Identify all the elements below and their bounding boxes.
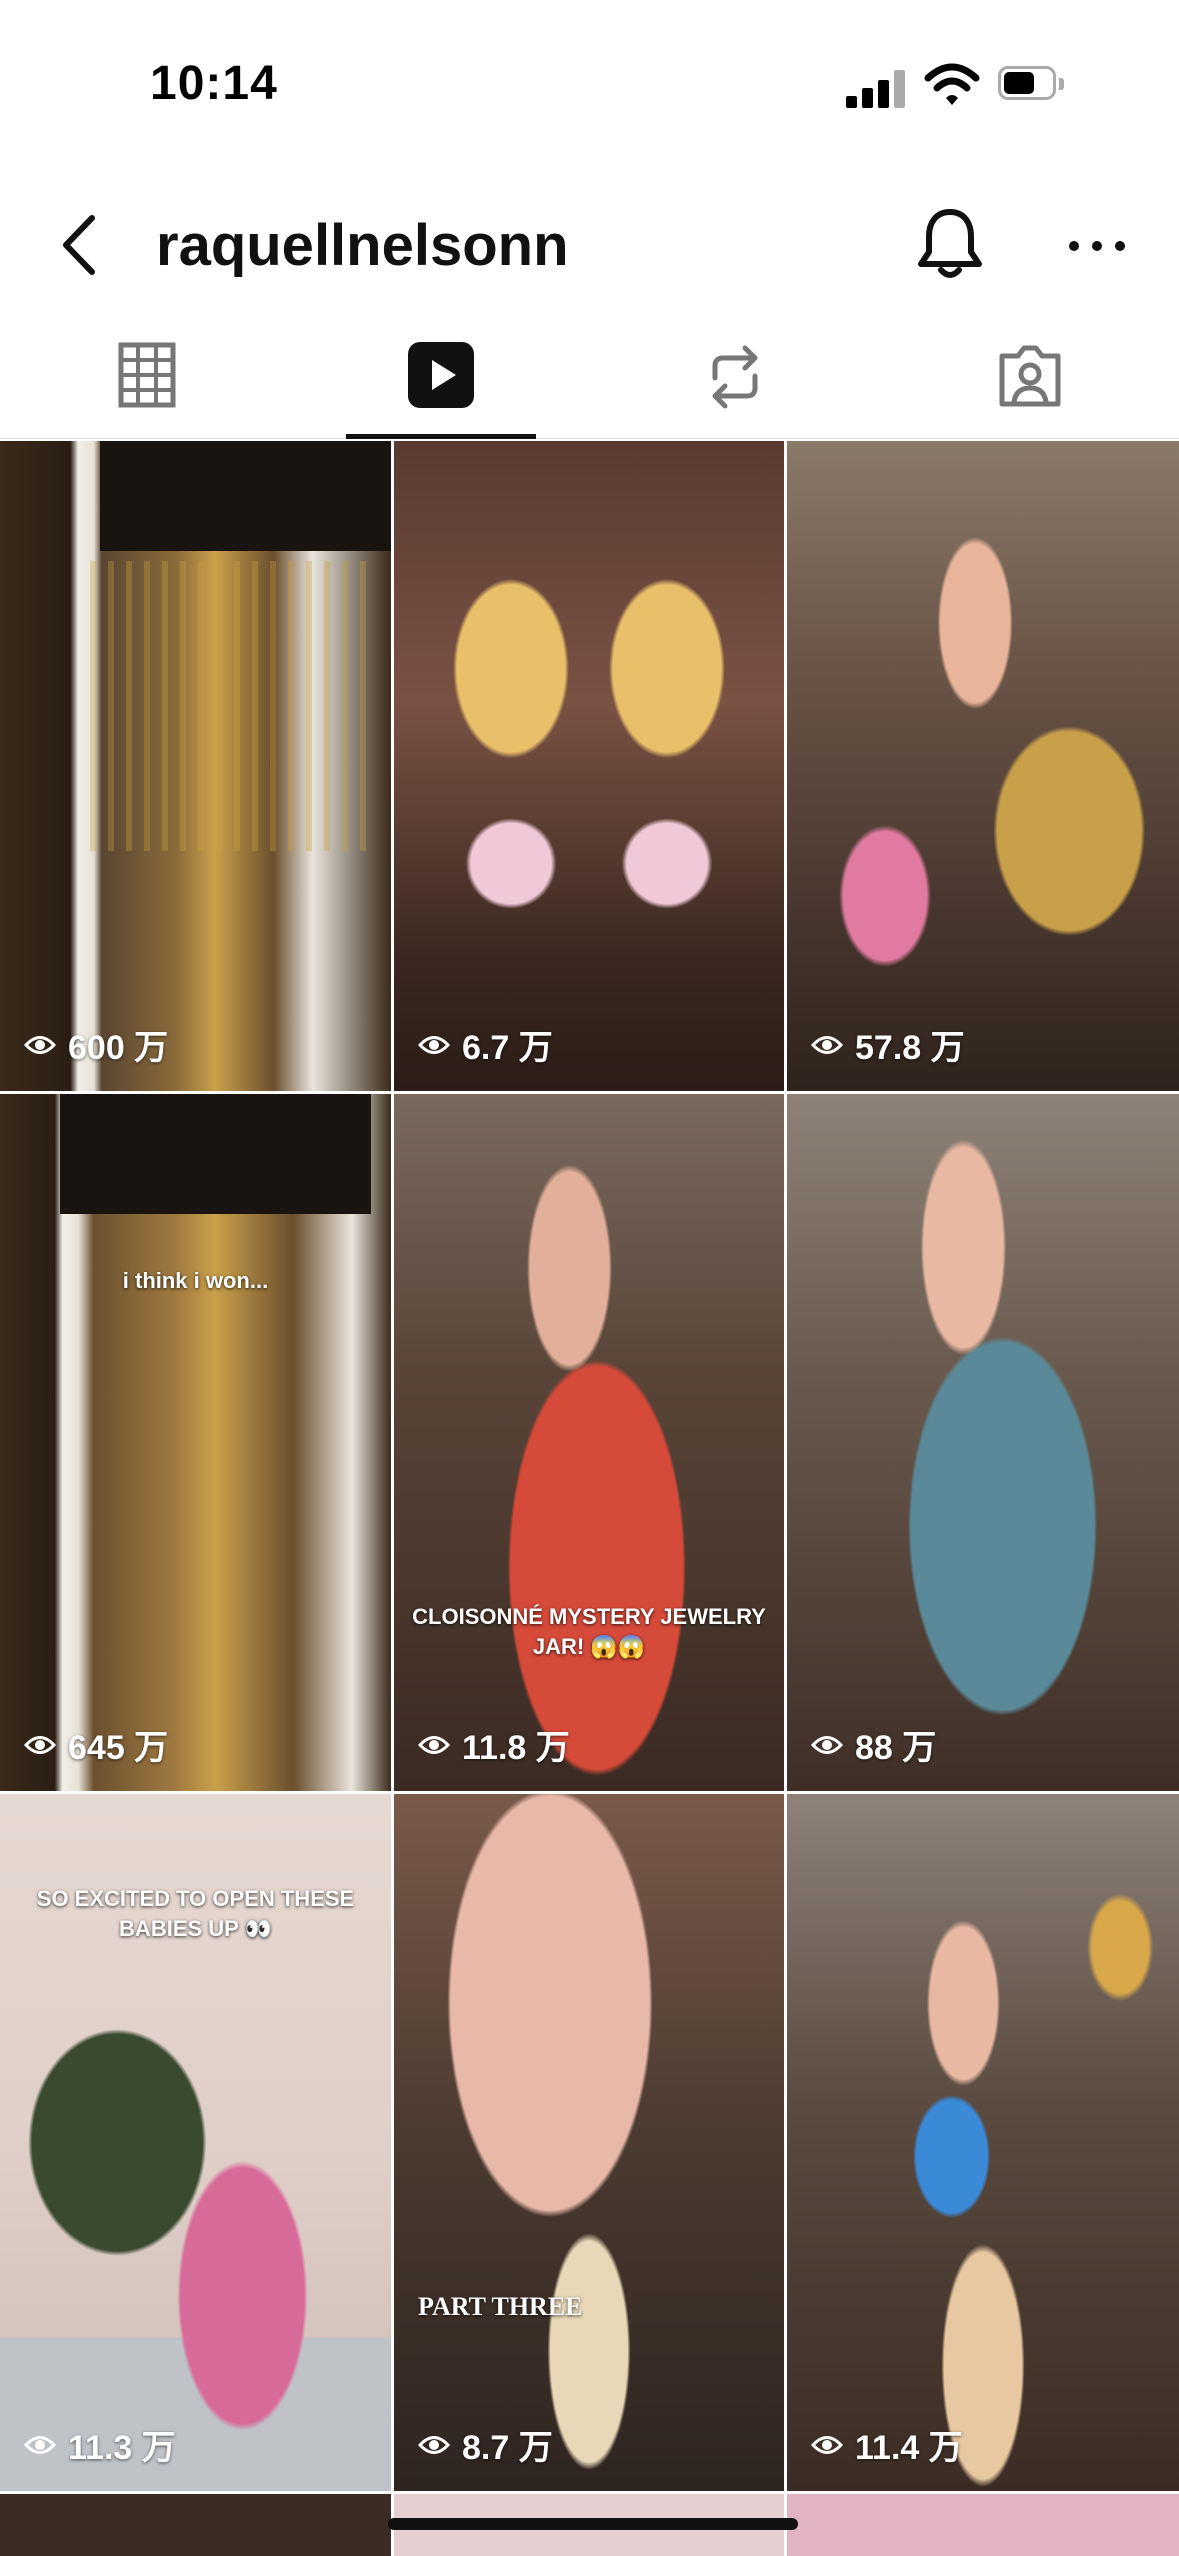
video-thumbnail[interactable]: 57.8 万 xyxy=(787,441,1179,1091)
view-count: 11.8 万 xyxy=(418,1720,570,1769)
tab-videos[interactable] xyxy=(371,320,511,438)
video-caption: SO EXCITED TO OPEN THESE BABIES UP 👀 xyxy=(36,1886,355,1941)
video-thumbnail[interactable]: PART THREE 8.7 万 xyxy=(394,1794,784,2491)
video-caption: i think i won... xyxy=(122,1268,269,1293)
eye-icon xyxy=(811,2435,843,2454)
grid-icon xyxy=(118,342,176,408)
chevron-left-icon xyxy=(63,215,95,275)
eye-icon xyxy=(811,1035,843,1054)
status-bar: 10:14 xyxy=(0,0,1179,160)
view-count: 6.7 万 xyxy=(418,1020,553,1069)
video-thumbnail[interactable]: i think i won... 645 万 xyxy=(0,1094,391,1791)
tagged-icon xyxy=(999,345,1061,407)
view-count: 11.4 万 xyxy=(811,2420,963,2469)
view-count: 645 万 xyxy=(24,1720,168,1769)
cellular-signal-icon xyxy=(846,70,906,108)
eye-icon xyxy=(418,1735,450,1754)
eye-icon xyxy=(418,1035,450,1054)
video-thumbnail[interactable]: 6.7 万 xyxy=(394,441,784,1091)
video-caption: PART THREE xyxy=(418,2292,583,2321)
home-indicator[interactable] xyxy=(388,2518,798,2530)
more-horizontal-icon xyxy=(1069,241,1125,251)
repost-icon xyxy=(712,345,758,409)
tab-tagged[interactable] xyxy=(960,320,1100,438)
status-time: 10:14 xyxy=(150,57,278,110)
eye-icon xyxy=(24,2435,56,2454)
profile-tabs xyxy=(0,320,1179,439)
tab-reposts[interactable] xyxy=(665,320,805,438)
tab-posts[interactable] xyxy=(77,320,217,438)
play-icon xyxy=(408,342,474,408)
video-thumbnail[interactable] xyxy=(787,2494,1179,2556)
video-caption: CLOISONNÉ MYSTERY JEWELRY JAR! 😱😱 xyxy=(412,1604,766,1659)
view-count: 600 万 xyxy=(24,1020,168,1069)
video-thumbnail[interactable]: CLOISONNÉ MYSTERY JEWELRY JAR! 😱😱 11.8 万 xyxy=(394,1094,784,1791)
profile-header: raquellnelsonn xyxy=(0,190,1179,300)
profile-username: raquellnelsonn xyxy=(156,213,569,278)
eye-icon xyxy=(24,1735,56,1754)
back-button[interactable] xyxy=(52,210,112,280)
eye-icon xyxy=(811,1735,843,1754)
notifications-button[interactable] xyxy=(915,206,985,282)
view-count: 88 万 xyxy=(811,1720,936,1769)
video-thumbnail[interactable]: 600 万 xyxy=(0,441,391,1091)
video-thumbnail[interactable]: 11.4 万 xyxy=(787,1794,1179,2491)
bell-icon xyxy=(918,209,982,278)
battery-icon xyxy=(998,66,1068,102)
wifi-icon xyxy=(924,62,980,108)
video-thumbnail[interactable] xyxy=(0,2494,391,2556)
more-options-button[interactable] xyxy=(1064,216,1130,276)
video-thumbnail[interactable]: SO EXCITED TO OPEN THESE BABIES UP 👀 11.… xyxy=(0,1794,391,2491)
eye-icon xyxy=(418,2435,450,2454)
active-tab-indicator xyxy=(346,434,536,439)
video-thumbnail[interactable]: 88 万 xyxy=(787,1094,1179,1791)
view-count: 8.7 万 xyxy=(418,2420,553,2469)
view-count: 11.3 万 xyxy=(24,2420,176,2469)
eye-icon xyxy=(24,1035,56,1054)
view-count: 57.8 万 xyxy=(811,1020,965,1069)
